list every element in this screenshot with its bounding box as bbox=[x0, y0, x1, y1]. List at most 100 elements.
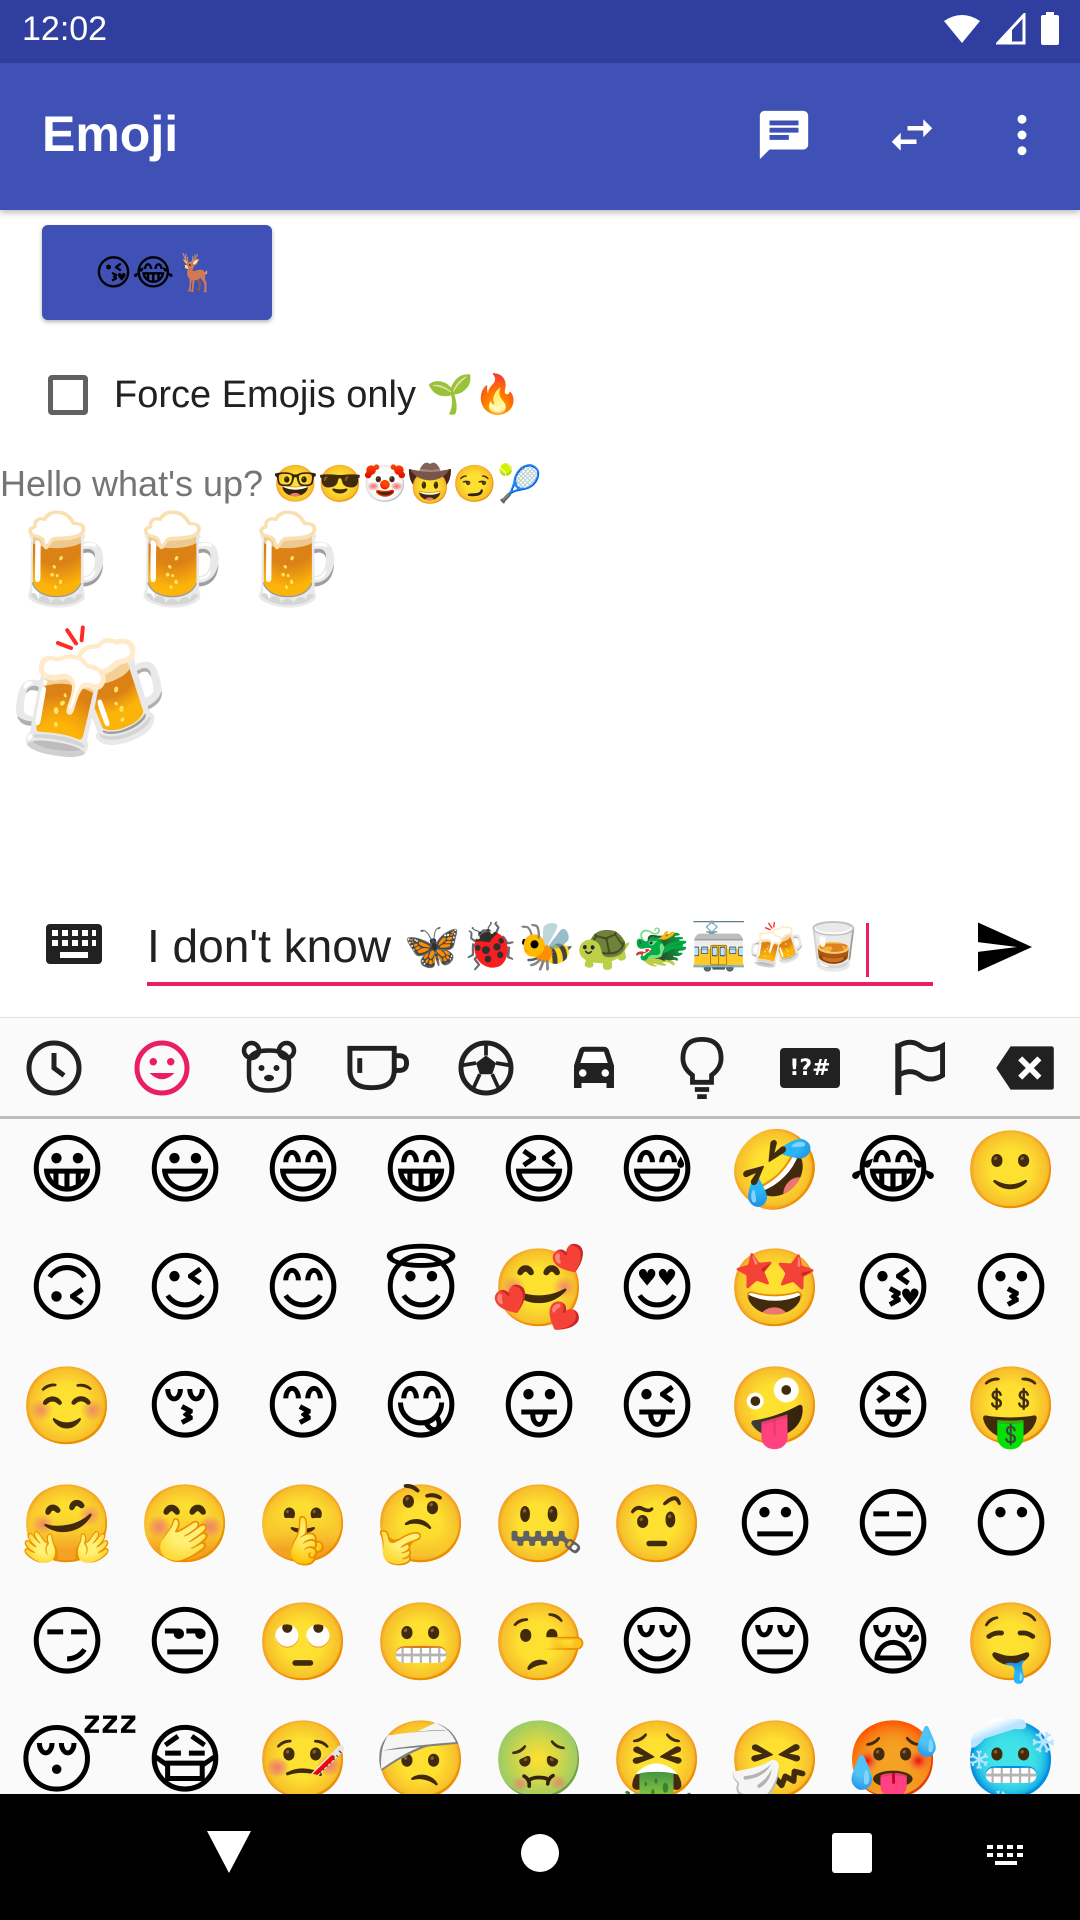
emoji-cell[interactable]: 🤮 bbox=[607, 1710, 707, 1795]
emoji-cell[interactable]: 😏 bbox=[17, 1592, 117, 1692]
emoji-button[interactable]: 😘😂🦌 bbox=[42, 225, 272, 320]
swap-action-button[interactable] bbox=[880, 103, 944, 167]
message-icon bbox=[759, 110, 809, 160]
emoji-cell[interactable]: 😀 bbox=[17, 1120, 117, 1220]
app-title: Emoji bbox=[42, 106, 179, 162]
objects-icon bbox=[680, 1037, 724, 1099]
emoji-cell[interactable]: 😒 bbox=[135, 1592, 235, 1692]
emoji-cell[interactable]: 😂 bbox=[843, 1120, 943, 1220]
emoji-cell[interactable]: 🤤 bbox=[961, 1592, 1061, 1692]
emoji-cell[interactable]: ☺️ bbox=[17, 1356, 117, 1456]
emoji-cell[interactable]: 😐 bbox=[725, 1474, 825, 1574]
emoji-cell[interactable]: 😇 bbox=[371, 1238, 471, 1338]
tab-objects[interactable] bbox=[667, 1033, 737, 1103]
emoji-cell[interactable]: 😶 bbox=[961, 1474, 1061, 1574]
emoji-cell[interactable]: 😚 bbox=[135, 1356, 235, 1456]
emoji-cell[interactable]: 🙂 bbox=[961, 1120, 1061, 1220]
wifi-icon bbox=[944, 15, 980, 43]
symbols-icon: !?# bbox=[780, 1048, 840, 1088]
emoji-cell[interactable]: 😙 bbox=[253, 1356, 353, 1456]
message-input-value: I don't know 🦋🐞🐝🐢🐲🚋🍻🥃 bbox=[147, 920, 863, 972]
emoji-cell[interactable]: 😛 bbox=[489, 1356, 589, 1456]
emoji-cell[interactable]: 🤫 bbox=[253, 1474, 353, 1574]
overflow-menu-button[interactable] bbox=[990, 103, 1054, 167]
emoji-cell[interactable]: 🙃 bbox=[17, 1238, 117, 1338]
emoji-cell[interactable]: 🤪 bbox=[725, 1356, 825, 1456]
emoji-cell[interactable]: 🤧 bbox=[725, 1710, 825, 1795]
app-bar: Emoji bbox=[0, 63, 1080, 210]
back-button[interactable] bbox=[205, 1829, 253, 1879]
tab-food[interactable] bbox=[342, 1033, 412, 1103]
emoji-cell[interactable]: 😑 bbox=[843, 1474, 943, 1574]
recent-icon bbox=[26, 1040, 82, 1096]
emoji-cell[interactable]: 😔 bbox=[725, 1592, 825, 1692]
message-input[interactable]: I don't know 🦋🐞🐝🐢🐲🚋🍻🥃 bbox=[147, 910, 933, 986]
backspace-icon bbox=[996, 1046, 1054, 1090]
tab-flags[interactable] bbox=[883, 1033, 953, 1103]
emoji-cell[interactable]: 🙄 bbox=[253, 1592, 353, 1692]
tab-activity[interactable] bbox=[451, 1033, 521, 1103]
emoji-cell[interactable]: 🤗 bbox=[17, 1474, 117, 1574]
emoji-cell[interactable]: 🥵 bbox=[843, 1710, 943, 1795]
emoji-cell[interactable]: 🤔 bbox=[371, 1474, 471, 1574]
backspace-button[interactable] bbox=[990, 1033, 1060, 1103]
emoji-cell[interactable]: 🤩 bbox=[725, 1238, 825, 1338]
tab-recent[interactable] bbox=[19, 1033, 89, 1103]
status-bar: 12:02 bbox=[0, 0, 1080, 63]
emoji-cell[interactable]: 🤐 bbox=[489, 1474, 589, 1574]
send-button[interactable] bbox=[975, 920, 1035, 978]
smileys-icon bbox=[134, 1040, 190, 1096]
emoji-cell[interactable]: 😅 bbox=[607, 1120, 707, 1220]
emoji-cell[interactable]: 😌 bbox=[607, 1592, 707, 1692]
emoji-cell[interactable]: 🤕 bbox=[371, 1710, 471, 1795]
send-icon bbox=[978, 922, 1032, 972]
emoji-cell[interactable]: 😝 bbox=[843, 1356, 943, 1456]
clinking-beers-text: 🍻 bbox=[6, 619, 171, 773]
tab-symbols[interactable]: !?# bbox=[775, 1033, 845, 1103]
emoji-cell[interactable]: 🤨 bbox=[607, 1474, 707, 1574]
ime-switcher-button[interactable] bbox=[985, 1829, 1029, 1879]
emoji-keyboard: !?# 😀 😃 😄 😁 😆 😅 🤣 😂 🙂 🙃 😉 😊 😇 🥰 😍 🤩 😘 😗 ☺️ 😚 😙 😋 😛 😜 🤪 😝 🤑 🤗 🤭 🤫 🤔 🤐 🤨 😐 😑… bbox=[0, 1017, 1080, 1795]
emoji-cell[interactable]: 😊 bbox=[253, 1238, 353, 1338]
emoji-cell[interactable]: 🥰 bbox=[489, 1238, 589, 1338]
force-emojis-checkbox-row[interactable]: Force Emojis only 🌱🔥 bbox=[48, 373, 521, 417]
message-action-button[interactable] bbox=[752, 103, 816, 167]
tab-smileys[interactable] bbox=[127, 1033, 197, 1103]
emoji-cell[interactable]: 😄 bbox=[253, 1120, 353, 1220]
emoji-cell[interactable]: 🥶 bbox=[961, 1710, 1061, 1795]
emoji-cell[interactable]: 😆 bbox=[489, 1120, 589, 1220]
recents-button[interactable] bbox=[830, 1829, 874, 1879]
emoji-cell[interactable]: 😃 bbox=[135, 1120, 235, 1220]
tab-travel[interactable] bbox=[559, 1033, 629, 1103]
animals-icon bbox=[241, 1040, 297, 1093]
emoji-cell[interactable]: 😋 bbox=[371, 1356, 471, 1456]
emoji-cell[interactable]: 😪 bbox=[843, 1592, 943, 1692]
emoji-cell[interactable]: 😁 bbox=[371, 1120, 471, 1220]
navigation-bar bbox=[0, 1794, 1080, 1920]
emoji-cell[interactable]: 😷 bbox=[135, 1710, 235, 1795]
emoji-cell[interactable]: 🤢 bbox=[489, 1710, 589, 1795]
keyboard-icon bbox=[46, 924, 102, 964]
emoji-cell[interactable]: 🤒 bbox=[253, 1710, 353, 1795]
keyboard-switch-icon bbox=[987, 1845, 1023, 1865]
emoji-cell[interactable]: 😉 bbox=[135, 1238, 235, 1338]
emoji-cell[interactable]: 🤭 bbox=[135, 1474, 235, 1574]
force-emojis-label: Force Emojis only 🌱🔥 bbox=[114, 374, 522, 416]
message-input-row: I don't know 🦋🐞🐝🐢🐲🚋🍻🥃 bbox=[0, 900, 1080, 1015]
activity-icon bbox=[458, 1040, 514, 1096]
keyboard-toggle-button[interactable] bbox=[46, 924, 102, 968]
emoji-cell[interactable]: 😍 bbox=[607, 1238, 707, 1338]
emoji-cell[interactable]: 😘 bbox=[843, 1238, 943, 1338]
emoji-cell[interactable]: 🤑 bbox=[961, 1356, 1061, 1456]
emoji-cell[interactable]: 😬 bbox=[371, 1592, 471, 1692]
emoji-cell[interactable]: 😜 bbox=[607, 1356, 707, 1456]
tab-animals[interactable] bbox=[234, 1033, 304, 1103]
signal-icon bbox=[996, 13, 1026, 45]
emoji-cell[interactable]: 🤥 bbox=[489, 1592, 589, 1692]
emoji-cell[interactable]: 😴 bbox=[17, 1710, 139, 1795]
home-circle-icon bbox=[521, 1834, 559, 1872]
force-emojis-checkbox[interactable] bbox=[48, 375, 88, 415]
emoji-cell[interactable]: 😗 bbox=[961, 1238, 1061, 1338]
home-button[interactable] bbox=[520, 1829, 560, 1879]
emoji-cell[interactable]: 🤣 bbox=[725, 1120, 825, 1220]
